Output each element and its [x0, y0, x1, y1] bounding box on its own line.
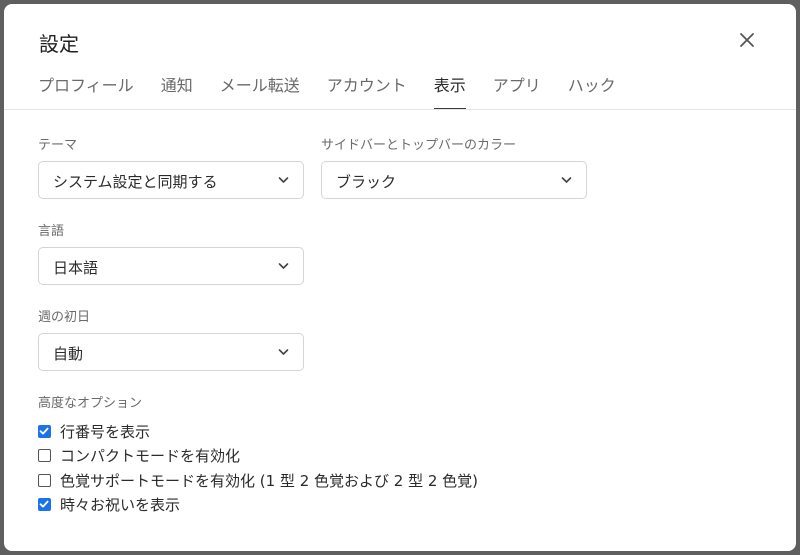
chevron-down-icon: [278, 263, 289, 269]
bar-color-label: サイドバーとトップバーのカラー: [321, 138, 517, 153]
option-label: 時々お祝いを表示: [60, 495, 181, 514]
chevron-down-icon: [278, 177, 289, 183]
tab-profile[interactable]: プロフィール: [38, 76, 134, 110]
advanced-options-label: 高度なオプション: [38, 396, 143, 411]
tab-account[interactable]: アカウント: [327, 76, 407, 110]
option-line-numbers[interactable]: 行番号を表示: [38, 421, 150, 441]
tab-email-forwarding[interactable]: メール転送: [220, 76, 300, 110]
language-label: 言語: [38, 224, 65, 239]
bar-color-value: ブラック: [336, 173, 397, 191]
language-select[interactable]: 日本語: [38, 247, 304, 285]
week-start-select[interactable]: 自動: [38, 333, 304, 371]
option-compact-mode[interactable]: コンパクトモードを有効化: [38, 445, 240, 465]
week-start-value: 自動: [53, 345, 84, 363]
checkbox-unchecked[interactable]: [38, 448, 51, 462]
settings-tabs: プロフィール 通知 メール転送 アカウント 表示 アプリ ハック: [38, 76, 643, 110]
theme-label: テーマ: [38, 138, 78, 153]
checkbox-checked[interactable]: [38, 497, 51, 511]
week-start-label: 週の初日: [38, 310, 91, 325]
theme-value: システム設定と同期する: [53, 173, 218, 191]
option-label: 色覚サポートモードを有効化 (1 型 2 色覚および 2 型 2 色覚): [60, 471, 479, 490]
settings-dialog: 設定 プロフィール 通知 メール転送 アカウント 表示 アプリ ハック テーマ …: [4, 4, 796, 551]
tab-divider: [4, 109, 796, 110]
theme-select[interactable]: システム設定と同期する: [38, 161, 304, 199]
tab-hacks[interactable]: ハック: [568, 76, 616, 110]
chevron-down-icon: [278, 349, 289, 355]
option-celebrations[interactable]: 時々お祝いを表示: [38, 494, 180, 514]
tab-notifications[interactable]: 通知: [161, 76, 193, 110]
check-icon: [39, 427, 49, 434]
bar-color-select[interactable]: ブラック: [321, 161, 587, 199]
dialog-title: 設定: [39, 32, 79, 56]
option-color-vision-mode[interactable]: 色覚サポートモードを有効化 (1 型 2 色覚および 2 型 2 色覚): [38, 470, 478, 490]
checkbox-unchecked[interactable]: [38, 473, 51, 487]
chevron-down-icon: [561, 177, 572, 183]
close-button[interactable]: [737, 30, 757, 50]
tab-display[interactable]: 表示: [433, 76, 466, 110]
checkbox-checked[interactable]: [38, 424, 51, 438]
tab-apps[interactable]: アプリ: [493, 76, 541, 110]
option-label: コンパクトモードを有効化: [60, 446, 241, 465]
option-label: 行番号を表示: [60, 422, 151, 441]
close-icon: [740, 33, 754, 47]
check-icon: [39, 500, 49, 507]
language-value: 日本語: [53, 259, 99, 277]
